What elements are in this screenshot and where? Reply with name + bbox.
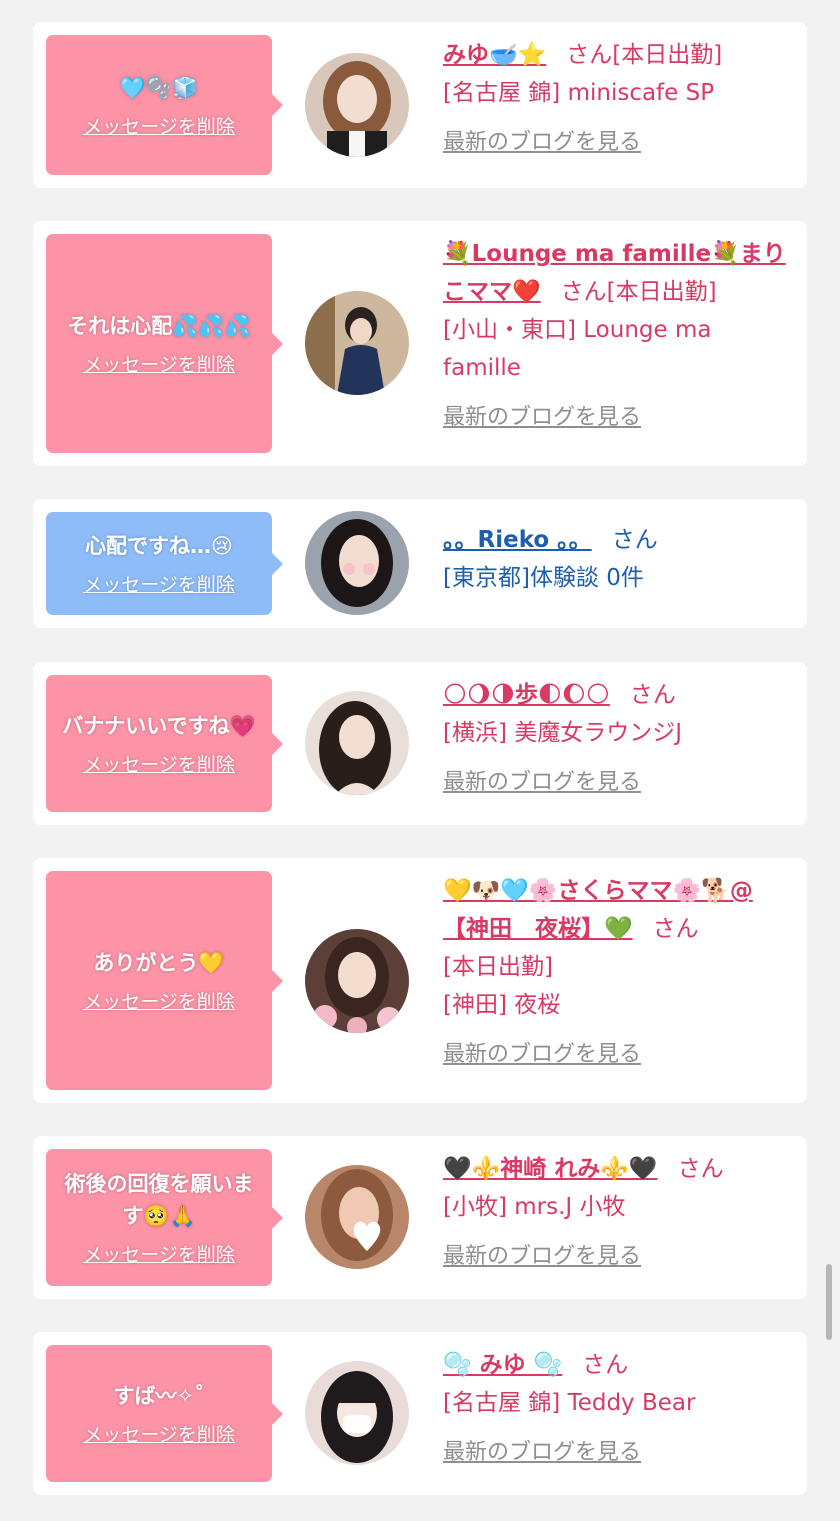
message-text: 🩵🫧🧊 <box>119 75 199 100</box>
avatar[interactable] <box>305 511 409 615</box>
user-name-link[interactable]: 🫧 みゆ 🫧 <box>443 1352 562 1378</box>
user-name-link[interactable]: みゆ🥣⭐ <box>443 42 546 68</box>
user-name-link[interactable]: 🖤⚜️神崎 れみ⚜️🖤 <box>443 1156 658 1182</box>
user-name-link[interactable]: 💛🐶🩵🌸さくらママ🌸🐕@【神田 夜桜】💚 <box>443 878 753 942</box>
message-text: ありがとう💛 <box>93 951 225 975</box>
delete-message-link[interactable]: メッセージを削除 <box>83 1240 235 1267</box>
avatar[interactable] <box>305 1165 409 1269</box>
work-status: [本日出勤] <box>612 42 723 68</box>
shop-location: [名古屋 錦] miniscafe SP <box>443 80 715 106</box>
avatar[interactable] <box>305 929 409 1033</box>
message-card: ありがとう💛 メッセージを削除 💛🐶🩵🌸さくらママ🌸🐕@【神田 夜桜】💚 さん [… <box>33 858 807 1103</box>
message-card: すば〰︎✧︎˚ メッセージを削除 🫧 みゆ 🫧 さん [名古屋 錦] Teddy … <box>33 1332 807 1495</box>
message-card: それは心配💦💦💦 メッセージを削除 💐Lounge ma famille💐まりこ… <box>33 221 807 466</box>
delete-message-link[interactable]: メッセージを削除 <box>83 112 235 139</box>
user-info: 💛🐶🩵🌸さくらママ🌸🐕@【神田 夜桜】💚 さん [本日出勤] [神田] 夜桜 最新… <box>443 872 793 1074</box>
user-info: 💐Lounge ma famille💐まりこママ❤️ さん[本日出勤] [小山・東… <box>443 235 793 437</box>
latest-blog-link[interactable]: 最新のブログを見る <box>443 1036 641 1074</box>
delete-message-link[interactable]: メッセージを削除 <box>83 570 235 597</box>
avatar[interactable] <box>305 1361 409 1465</box>
avatar[interactable] <box>305 53 409 157</box>
honorific: さん <box>652 916 699 942</box>
user-info: 。。Rieko 。。 さん [東京都]体験談 0件 <box>443 521 793 597</box>
user-info: 🫧 みゆ 🫧 さん [名古屋 錦] Teddy Bear 最新のブログを見る <box>443 1346 793 1472</box>
message-card: バナナいいですね💗 メッセージを削除 🌕🌖🌗歩🌓🌔🌕 さん [横浜] 美魔女ラウン… <box>33 662 807 825</box>
message-text: すば〰︎✧︎˚ <box>113 1384 205 1408</box>
work-status: [本日出勤] <box>606 279 717 305</box>
delete-message-link[interactable]: メッセージを削除 <box>83 350 235 377</box>
delete-message-link[interactable]: メッセージを削除 <box>83 987 235 1014</box>
latest-blog-link[interactable]: 最新のブログを見る <box>443 764 641 802</box>
user-info: 🖤⚜️神崎 れみ⚜️🖤 さん [小牧] mrs.J 小牧 最新のブログを見る <box>443 1150 793 1276</box>
latest-blog-link[interactable]: 最新のブログを見る <box>443 399 641 437</box>
message-card: 心配ですね…😢 メッセージを削除 。。Rieko 。。 さん [東京都]体験談 0… <box>33 499 807 628</box>
message-bubble: 術後の回復を願います🥺🙏 メッセージを削除 <box>46 1149 272 1286</box>
honorific: さん <box>629 682 676 708</box>
message-text: バナナいいですね💗 <box>62 714 256 738</box>
user-name-link[interactable]: 🌕🌖🌗歩🌓🌔🌕 <box>443 682 610 708</box>
message-card: 術後の回復を願います🥺🙏 メッセージを削除 🖤⚜️神崎 れみ⚜️🖤 さん [小牧]… <box>33 1136 807 1299</box>
message-bubble: バナナいいですね💗 メッセージを削除 <box>46 675 272 812</box>
avatar[interactable] <box>305 291 409 395</box>
honorific: さん <box>560 279 607 305</box>
delete-message-link[interactable]: メッセージを削除 <box>83 750 235 777</box>
user-info: 🌕🌖🌗歩🌓🌔🌕 さん [横浜] 美魔女ラウンジJ 最新のブログを見る <box>443 676 793 802</box>
honorific: さん <box>566 42 613 68</box>
latest-blog-link[interactable]: 最新のブログを見る <box>443 124 641 162</box>
shop-location: [小山・東口] Lounge ma famille <box>443 317 712 381</box>
message-card: 🩵🫧🧊 メッセージを削除 みゆ🥣⭐ さん[本日出勤] [名古屋 錦] minisc… <box>33 22 807 188</box>
message-text: 術後の回復を願います🥺🙏 <box>64 1172 254 1228</box>
delete-message-link[interactable]: メッセージを削除 <box>83 1420 235 1447</box>
message-text: それは心配💦💦💦 <box>67 314 251 338</box>
honorific: さん <box>611 527 658 553</box>
message-bubble: ありがとう💛 メッセージを削除 <box>46 871 272 1090</box>
scrollbar[interactable] <box>826 1264 832 1340</box>
latest-blog-link[interactable]: 最新のブログを見る <box>443 1238 641 1276</box>
user-info: みゆ🥣⭐ さん[本日出勤] [名古屋 錦] miniscafe SP 最新のブログ… <box>443 36 793 162</box>
shop-location: [名古屋 錦] Teddy Bear <box>443 1390 696 1416</box>
user-name-link[interactable]: 。。Rieko 。。 <box>443 527 592 553</box>
work-status: [本日出勤] <box>443 954 553 980</box>
message-bubble: 心配ですね…😢 メッセージを削除 <box>46 512 272 615</box>
avatar[interactable] <box>305 691 409 795</box>
shop-location: [神田] 夜桜 <box>443 992 561 1018</box>
shop-location: [東京都]体験談 0件 <box>443 565 644 591</box>
shop-location: [小牧] mrs.J 小牧 <box>443 1194 626 1220</box>
honorific: さん <box>677 1156 724 1182</box>
message-bubble: 🩵🫧🧊 メッセージを削除 <box>46 35 272 175</box>
shop-location: [横浜] 美魔女ラウンジJ <box>443 720 683 746</box>
message-bubble: すば〰︎✧︎˚ メッセージを削除 <box>46 1345 272 1482</box>
message-bubble: それは心配💦💦💦 メッセージを削除 <box>46 234 272 453</box>
honorific: さん <box>582 1352 629 1378</box>
latest-blog-link[interactable]: 最新のブログを見る <box>443 1434 641 1472</box>
message-text: 心配ですね…😢 <box>85 534 233 558</box>
